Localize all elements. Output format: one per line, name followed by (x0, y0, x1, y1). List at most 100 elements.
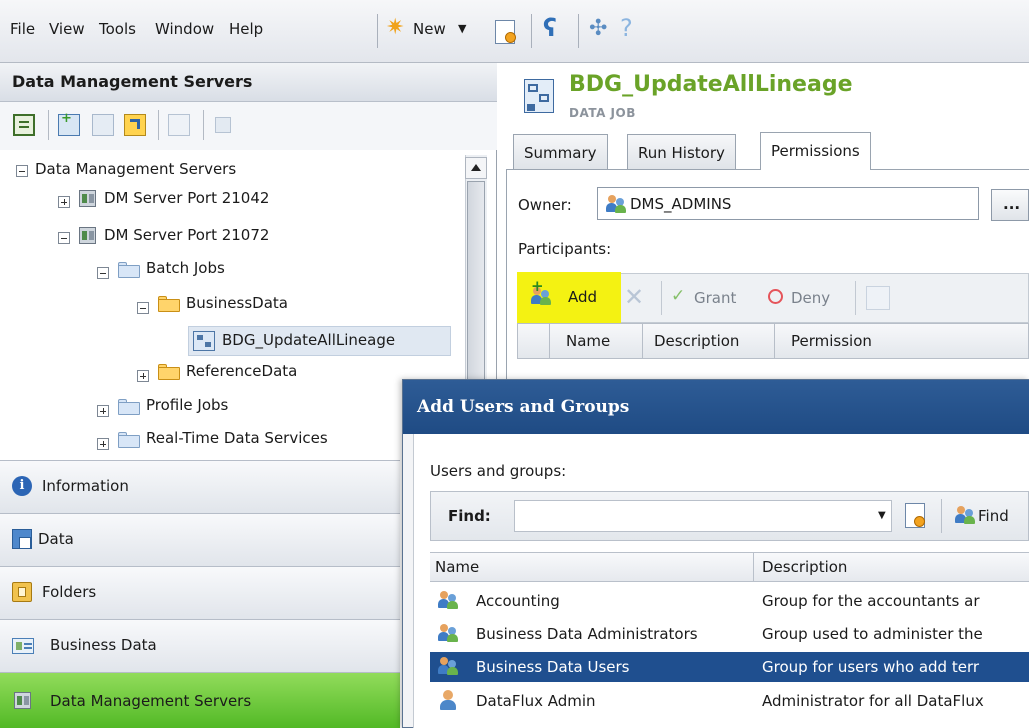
import-icon[interactable] (92, 114, 114, 136)
new-server-icon[interactable]: + (58, 111, 80, 136)
column-description[interactable]: Description (762, 558, 847, 576)
refresh-icon[interactable]: ʕ (543, 14, 557, 42)
new-document-icon[interactable] (905, 503, 925, 528)
export-icon[interactable] (124, 114, 146, 136)
tab-run-history[interactable]: Run History (627, 134, 736, 170)
tree-batch-jobs[interactable]: Batch Jobs (146, 259, 225, 277)
tree-job[interactable]: BDG_UpdateAllLineage (222, 331, 395, 349)
column-name[interactable]: Name (435, 558, 479, 576)
expand-icon[interactable] (137, 370, 149, 382)
help-icon[interactable]: ? (620, 14, 633, 42)
collapse-icon[interactable] (58, 232, 70, 244)
column-permission[interactable]: Permission (791, 332, 872, 350)
copy-icon[interactable] (215, 117, 231, 133)
row-description: Group used to administer the (762, 625, 983, 643)
plus-icon: + (531, 277, 544, 295)
participants-label: Participants: (518, 240, 612, 258)
folder-icon (118, 399, 140, 415)
nav-business-data-label: Business Data (50, 636, 157, 654)
nav-dms-label: Data Management Servers (50, 692, 252, 710)
list-item[interactable]: Business Data Administrators Group used … (430, 619, 1029, 649)
group-icon (438, 656, 458, 676)
deny-icon (768, 289, 783, 304)
users-groups-label: Users and groups: (430, 462, 567, 480)
nav-information[interactable]: i Information (0, 460, 400, 513)
column-name[interactable]: Name (566, 332, 610, 350)
properties-icon[interactable] (168, 114, 190, 136)
chevron-down-icon[interactable]: ▼ (878, 510, 886, 521)
tree-business-data[interactable]: BusinessData (186, 294, 288, 312)
collapse-icon[interactable] (16, 165, 28, 177)
row-description: Group for users who add terr (762, 658, 980, 676)
grant-button[interactable]: ✓ Grant (671, 286, 751, 310)
sun-icon: ✷ (386, 15, 405, 40)
menu-view[interactable]: View (49, 20, 85, 38)
menu-file[interactable]: File (10, 20, 35, 38)
new-document-icon[interactable] (495, 20, 516, 44)
find-input[interactable]: ▼ (514, 500, 892, 532)
scroll-up-button[interactable] (465, 157, 487, 179)
row-name: Business Data Administrators (476, 625, 698, 643)
list-item[interactable]: Accounting Group for the accountants ar (430, 586, 1029, 616)
collapse-icon[interactable] (137, 302, 149, 314)
nav-information-label: Information (42, 477, 129, 495)
collapse-icon[interactable] (97, 267, 109, 279)
tree-server-21042[interactable]: DM Server Port 21042 (104, 189, 269, 207)
server-icon (14, 692, 31, 709)
expand-icon[interactable] (58, 196, 70, 208)
group-icon (438, 590, 458, 610)
add-button-label: Add (568, 288, 598, 306)
list-item[interactable]: DataFlux Admin Administrator for all Dat… (430, 686, 1029, 716)
job-title: BDG_UpdateAllLineage (569, 72, 853, 97)
find-button[interactable]: Find (955, 503, 1029, 529)
new-button[interactable]: ✷ New ▼ (386, 14, 486, 48)
grant-button-label: Grant (694, 289, 737, 307)
column-description[interactable]: Description (654, 332, 739, 350)
properties-icon[interactable] (866, 286, 890, 310)
folders-icon (12, 582, 32, 602)
folder-icon (118, 432, 140, 448)
find-label: Find: (448, 507, 491, 525)
tree-server-21072[interactable]: DM Server Port 21072 (104, 226, 269, 244)
nav-business-data[interactable]: Business Data (0, 619, 400, 672)
group-icon (606, 194, 626, 214)
owner-field[interactable]: DMS_ADMINS (597, 187, 979, 220)
left-pane-toolbar: + (0, 102, 497, 150)
users-list-header (430, 552, 1029, 582)
dialog-title-bar[interactable]: Add Users and Groups (403, 380, 1029, 434)
list-item-selected[interactable]: Business Data Users Group for users who … (430, 652, 1029, 682)
menu-help[interactable]: Help (229, 20, 263, 38)
row-description: Group for the accountants ar (762, 592, 980, 610)
tree-realtime-services[interactable]: Real-Time Data Services (146, 429, 328, 447)
nav-folders[interactable]: Folders (0, 566, 400, 619)
tree-reference-data[interactable]: ReferenceData (186, 362, 297, 380)
remove-icon[interactable]: ✕ (624, 283, 644, 311)
browse-owner-button[interactable]: ... (991, 189, 1029, 221)
add-button[interactable]: + Add (517, 272, 621, 323)
user-icon (438, 690, 458, 710)
left-pane-title: Data Management Servers (12, 72, 253, 91)
folder-icon (158, 364, 180, 380)
folder-icon (118, 262, 140, 278)
expand-icon[interactable] (97, 438, 109, 450)
tree-profile-jobs[interactable]: Profile Jobs (146, 396, 228, 414)
group-icon (438, 623, 458, 643)
tree-root-label[interactable]: Data Management Servers (35, 160, 236, 178)
nav-data[interactable]: Data (0, 513, 400, 566)
tab-permissions[interactable]: Permissions (760, 132, 871, 170)
toolbar-separator (661, 281, 662, 315)
chevron-down-icon: ▼ (458, 22, 467, 35)
toolbar-separator (377, 14, 378, 48)
nav-data-management-servers[interactable]: Data Management Servers (0, 672, 400, 728)
menu-window[interactable]: Window (155, 20, 214, 38)
expand-icon[interactable] (97, 405, 109, 417)
find-users-icon (955, 505, 975, 525)
menu-tools[interactable]: Tools (99, 20, 136, 38)
owner-value: DMS_ADMINS (630, 195, 732, 213)
view-list-icon[interactable] (13, 114, 35, 136)
tab-summary[interactable]: Summary (513, 134, 608, 170)
deny-button[interactable]: Deny (768, 286, 848, 310)
folder-icon (158, 296, 180, 312)
check-icon: ✓ (671, 286, 686, 306)
settings-icon[interactable]: ✣ (589, 16, 607, 42)
